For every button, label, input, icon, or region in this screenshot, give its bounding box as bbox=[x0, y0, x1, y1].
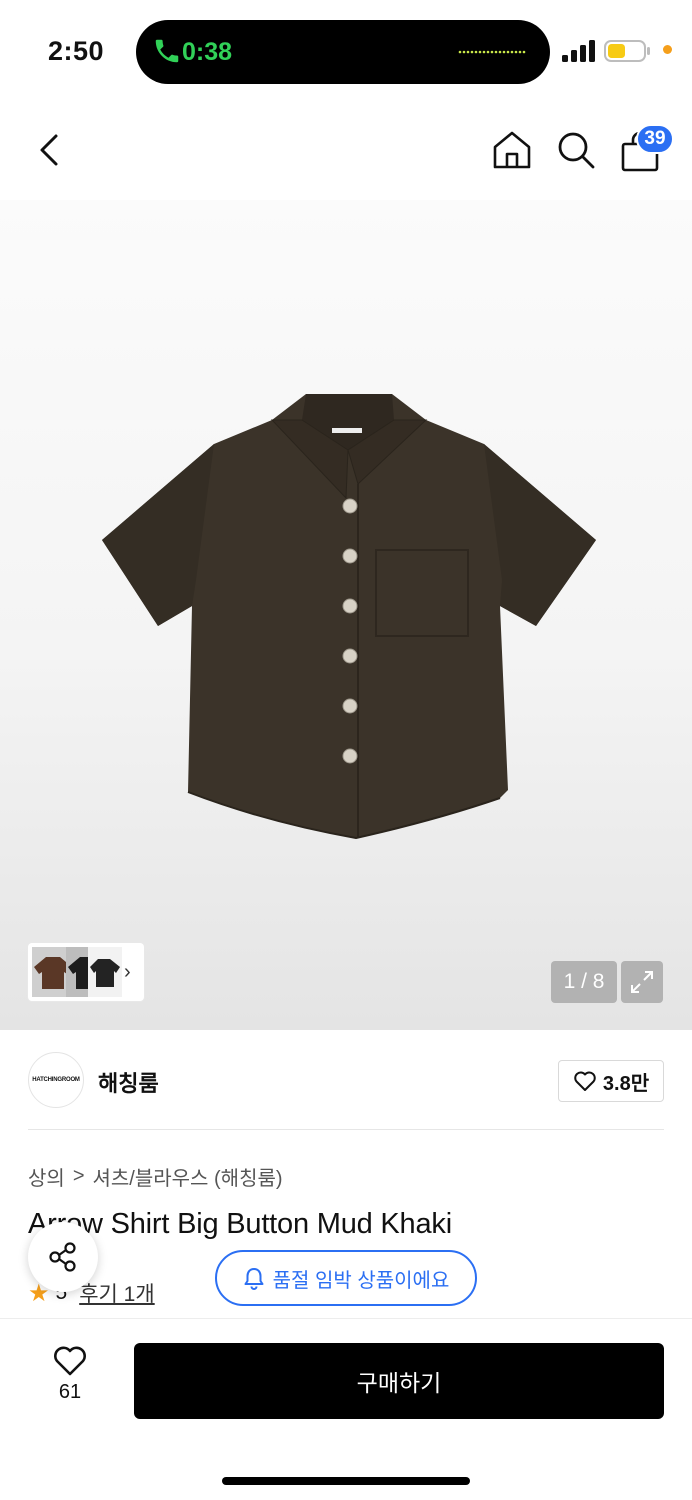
home-icon[interactable] bbox=[490, 128, 534, 172]
status-bar: 2:50 0:38 bbox=[0, 0, 692, 100]
thumbnail-dark-shirt[interactable] bbox=[88, 947, 122, 997]
search-icon[interactable] bbox=[554, 128, 598, 172]
audio-waveform-icon bbox=[458, 50, 526, 54]
brand-like-count: 3.8만 bbox=[602, 1072, 650, 1095]
product-image[interactable] bbox=[96, 380, 602, 846]
privacy-indicator-dot bbox=[663, 45, 672, 54]
brand-row[interactable]: HATCHINGROOM 해칭룸 3.8만 bbox=[0, 1030, 692, 1130]
call-timer: 0:38 bbox=[182, 38, 233, 66]
image-counter: 1 / 8 bbox=[551, 961, 617, 1003]
breadcrumb-subcategory[interactable]: 셔츠/블라우스 (해칭룸) bbox=[93, 1162, 283, 1191]
phone-icon bbox=[155, 39, 179, 63]
battery-icon bbox=[604, 40, 650, 62]
back-arrow-icon[interactable] bbox=[30, 128, 70, 172]
thumbnail-next-chevron[interactable]: › bbox=[124, 961, 131, 984]
reviews-link[interactable]: 후기 1개 bbox=[79, 1278, 154, 1308]
dynamic-island-call[interactable]: 0:38 bbox=[136, 20, 550, 84]
breadcrumb-category[interactable]: 상의 bbox=[28, 1162, 65, 1191]
buy-button[interactable]: 구매하기 bbox=[134, 1343, 664, 1419]
brand-logo-text: HATCHINGROOM bbox=[32, 1077, 80, 1083]
heart-icon bbox=[54, 1346, 86, 1376]
brand-name[interactable]: 해칭룸 bbox=[98, 1066, 159, 1098]
cellular-signal-icon bbox=[562, 40, 595, 62]
breadcrumb: 상의 > 셔츠/블라우스 (해칭룸) bbox=[28, 1162, 283, 1191]
breadcrumb-separator: > bbox=[72, 1165, 85, 1187]
brand-like-button[interactable]: 3.8만 bbox=[558, 1060, 664, 1102]
color-thumbnail-strip[interactable]: › bbox=[28, 943, 144, 1001]
wishlist-button[interactable]: 61 bbox=[44, 1345, 96, 1415]
expand-icon[interactable] bbox=[621, 961, 663, 1003]
bell-icon bbox=[244, 1268, 264, 1290]
wishlist-count: 61 bbox=[58, 1381, 82, 1403]
bottom-action-bar: 61 구매하기 bbox=[0, 1318, 692, 1500]
header-nav bbox=[0, 100, 692, 200]
heart-icon bbox=[574, 1071, 596, 1091]
soldout-notice-text: 품절 임박 상품이에요 bbox=[272, 1269, 450, 1292]
home-indicator[interactable] bbox=[222, 1477, 470, 1485]
clock: 2:50 bbox=[48, 36, 105, 66]
divider bbox=[28, 1129, 664, 1130]
brand-logo[interactable]: HATCHINGROOM bbox=[28, 1052, 84, 1108]
soldout-notice-pill[interactable]: 품절 임박 상품이에요 bbox=[215, 1250, 477, 1306]
share-icon bbox=[49, 1242, 76, 1272]
product-image-gallery[interactable]: › 1 / 8 bbox=[0, 200, 692, 1030]
cart-count-badge: 39 bbox=[636, 124, 674, 154]
share-button[interactable] bbox=[28, 1222, 98, 1292]
